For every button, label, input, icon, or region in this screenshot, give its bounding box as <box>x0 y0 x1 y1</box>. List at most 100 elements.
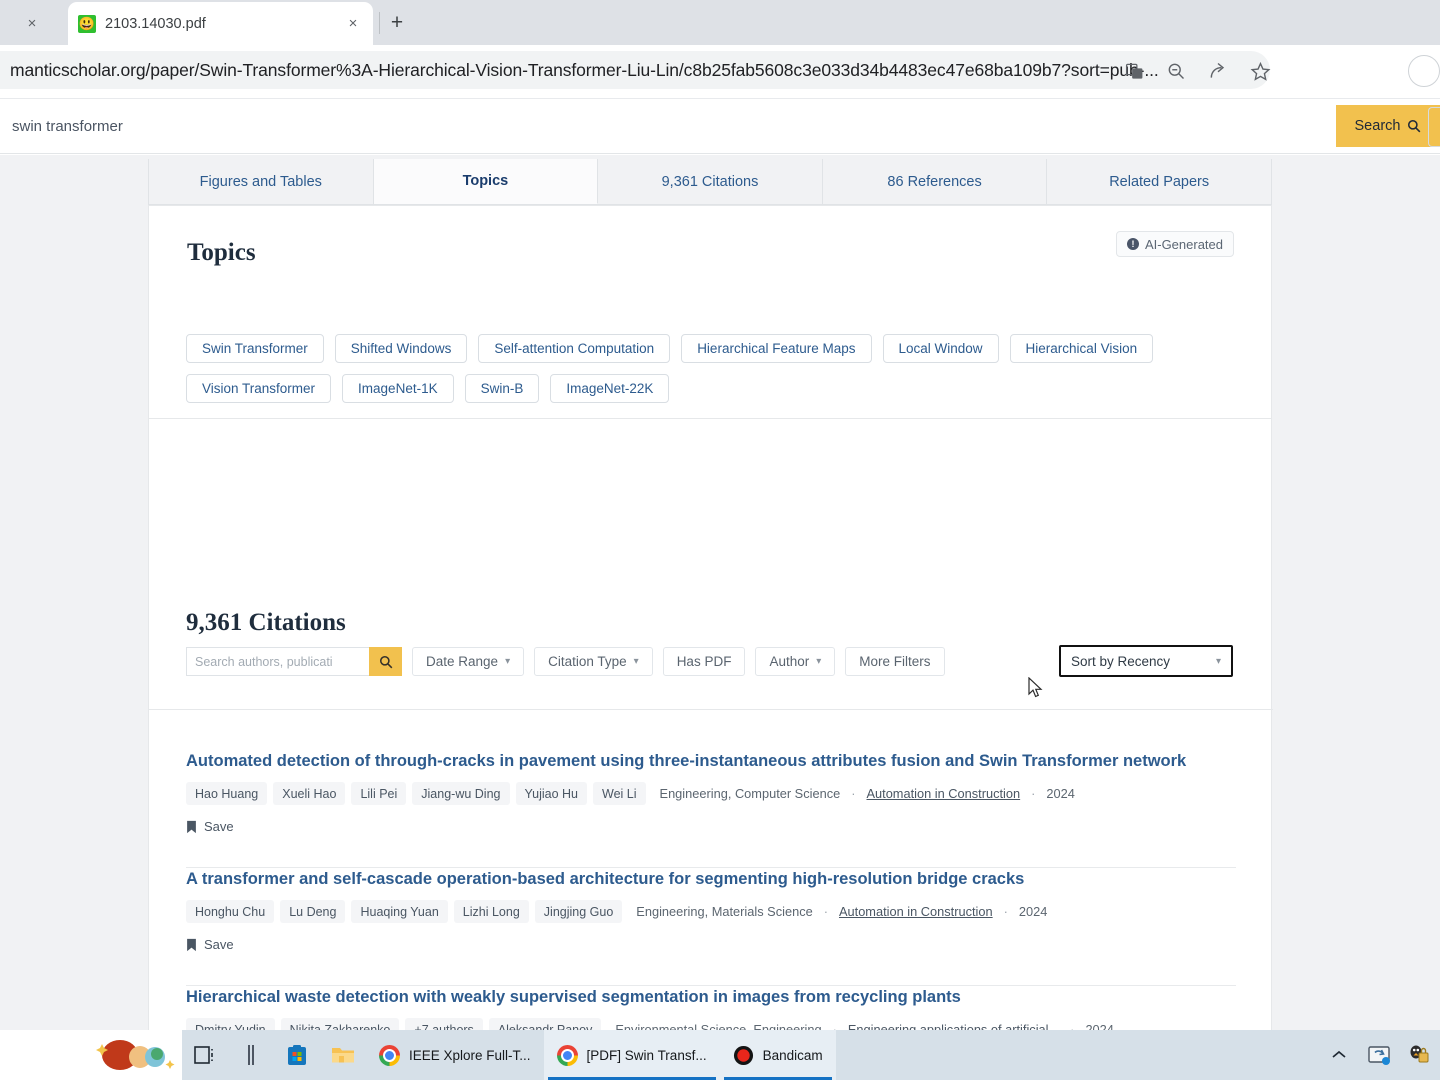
chevron-down-icon: ▾ <box>633 656 639 667</box>
page-content: Figures and Tables Topics 9,361 Citation… <box>0 155 1440 1030</box>
divider <box>149 709 1273 710</box>
author-chip[interactable]: Honghu Chu <box>186 900 275 923</box>
tab-topics[interactable]: Topics <box>373 159 599 204</box>
author-chip[interactable]: Hao Huang <box>186 782 268 805</box>
omnibox-action-icons <box>1122 52 1272 90</box>
divider <box>186 985 1236 986</box>
chrome-icon <box>556 1044 578 1066</box>
citations-card: 9,361 Citations Date Range ▾ Citation Ty… <box>148 418 1273 1030</box>
close-icon[interactable]: × <box>22 14 42 34</box>
search-button[interactable]: Search <box>1336 105 1440 147</box>
taskbar-divider <box>228 1030 274 1080</box>
save-button[interactable]: Save <box>186 937 246 952</box>
author-chip[interactable]: Nikita Zakharenko <box>280 1018 400 1030</box>
author-chip[interactable]: Huaqing Yuan <box>351 900 448 923</box>
save-label: Save <box>204 819 234 834</box>
author-chip[interactable]: Dmitry Yudin <box>186 1018 275 1030</box>
topic-pill[interactable]: Vision Transformer <box>186 374 332 403</box>
author-chip[interactable]: Wei Li <box>593 782 646 805</box>
address-bar[interactable]: manticscholar.org/paper/Swin-Transformer… <box>0 51 1270 89</box>
save-button[interactable]: Save <box>186 819 246 834</box>
network-icon[interactable] <box>1364 1030 1394 1080</box>
filter-label: Author <box>769 654 810 669</box>
author-chip[interactable]: Lili Pei <box>351 782 407 805</box>
bandicam-icon <box>733 1045 753 1065</box>
author-chip[interactable]: Lu Deng <box>280 900 346 923</box>
topic-pill[interactable]: Hierarchical Vision <box>1009 334 1154 363</box>
author-chip[interactable]: Lizhi Long <box>453 900 529 923</box>
taskbar-item-label: IEEE Xplore Full-T... <box>409 1047 531 1063</box>
taskbar-item-bandicam[interactable]: Bandicam <box>719 1030 836 1080</box>
close-icon[interactable]: × <box>343 14 363 34</box>
citation-title[interactable]: Hierarchical waste detection with weakly… <box>186 987 1236 1007</box>
sort-dropdown[interactable]: Sort by Recency ▾ <box>1059 645 1233 677</box>
tab-references[interactable]: 86 References <box>823 159 1048 204</box>
topic-pill[interactable]: ImageNet-22K <box>550 374 670 403</box>
tab-divider <box>379 12 380 34</box>
citation-venue[interactable]: Automation in Construction <box>839 904 993 919</box>
tab-figures-and-tables[interactable]: Figures and Tables <box>148 159 374 204</box>
ai-generated-badge[interactable]: ! AI-Generated <box>1115 231 1234 257</box>
sort-dropdown-value: Sort by Recency <box>1071 653 1171 669</box>
tab-label: Related Papers <box>1109 173 1210 190</box>
translate-icon[interactable] <box>1122 59 1146 83</box>
citation-result-item: Hierarchical waste detection with weakly… <box>186 987 1236 1030</box>
filter-author[interactable]: Author ▾ <box>755 647 836 676</box>
zoom-out-icon[interactable] <box>1164 59 1188 83</box>
filter-has-pdf[interactable]: Has PDF <box>662 647 746 676</box>
author-chip[interactable]: Jiang-wu Ding <box>412 782 510 805</box>
task-view-icon[interactable] <box>182 1030 228 1080</box>
search-button-label: Search <box>1354 118 1401 134</box>
microsoft-store-icon[interactable] <box>274 1030 320 1080</box>
author-chip[interactable]: Aleksandr Panov <box>488 1018 602 1030</box>
filter-more-filters[interactable]: More Filters <box>845 647 945 676</box>
firefox-orb-logo[interactable] <box>92 1038 178 1072</box>
topic-pill[interactable]: Local Window <box>882 334 999 363</box>
taskbar-item-swin-pdf[interactable]: [PDF] Swin Transf... <box>543 1030 720 1080</box>
file-explorer-icon[interactable] <box>320 1030 366 1080</box>
filter-citation-type[interactable]: Citation Type ▾ <box>534 647 653 676</box>
tab-citations[interactable]: 9,361 Citations <box>598 159 823 204</box>
citation-meta: Honghu Chu Lu Deng Huaqing Yuan Lizhi Lo… <box>186 900 1236 923</box>
citation-meta: Hao Huang Xueli Hao Lili Pei Jiang-wu Di… <box>186 782 1236 805</box>
citations-search-button[interactable] <box>369 647 402 676</box>
author-chip[interactable]: Jingjing Guo <box>534 900 623 923</box>
citation-result-item: A transformer and self-cascade operation… <box>186 869 1236 952</box>
tab-label: Figures and Tables <box>199 173 322 190</box>
author-chip[interactable]: Xueli Hao <box>273 782 346 805</box>
topic-pill[interactable]: Swin Transformer <box>186 334 324 363</box>
tab-related-papers[interactable]: Related Papers <box>1047 159 1272 204</box>
filter-label: Citation Type <box>548 654 627 669</box>
browser-tab-0-title: iera <box>0 16 13 32</box>
topic-pill[interactable]: ImageNet-1K <box>342 374 454 403</box>
filter-date-range[interactable]: Date Range ▾ <box>412 647 525 676</box>
citation-venue[interactable]: Automation in Construction <box>866 786 1020 801</box>
share-icon[interactable] <box>1206 59 1230 83</box>
author-chip[interactable]: +7 authors <box>405 1018 483 1030</box>
topic-pill[interactable]: Shifted Windows <box>334 334 468 363</box>
citation-title[interactable]: A transformer and self-cascade operation… <box>186 869 1236 889</box>
citations-title: 9,361 Citations <box>186 609 346 636</box>
browser-tab-0[interactable]: iera × <box>0 2 52 45</box>
citation-venue[interactable]: Engineering applications of artificial..… <box>848 1022 1059 1030</box>
star-icon[interactable] <box>1248 59 1272 83</box>
topic-pill[interactable]: Self-attention Computation <box>478 334 671 363</box>
new-tab-button[interactable]: + <box>383 9 411 37</box>
author-chip[interactable]: Yujiao Hu <box>515 782 588 805</box>
tab-label: Topics <box>462 173 509 189</box>
taskbar-item-ieee[interactable]: IEEE Xplore Full-T... <box>366 1030 544 1080</box>
topic-pill-list: Swin Transformer Shifted Windows Self-at… <box>186 334 1236 403</box>
filter-label: Date Range <box>426 654 499 669</box>
citations-search-input[interactable] <box>186 647 369 676</box>
topic-pill[interactable]: Swin-B <box>464 374 540 403</box>
paper-nav-tabs: Figures and Tables Topics 9,361 Citation… <box>148 159 1272 205</box>
security-icon[interactable] <box>1404 1030 1434 1080</box>
tab-label: 9,361 Citations <box>661 173 759 190</box>
topic-pill[interactable]: Hierarchical Feature Maps <box>681 334 872 363</box>
citation-title[interactable]: Automated detection of through-cracks in… <box>186 751 1236 771</box>
search-input[interactable] <box>0 105 1336 147</box>
show-hidden-icons-chevron[interactable] <box>1324 1030 1354 1080</box>
meta-separator: · <box>823 904 828 919</box>
browser-tab-1[interactable]: 😃 2103.14030.pdf × <box>68 2 373 45</box>
profile-avatar[interactable] <box>1408 55 1440 87</box>
